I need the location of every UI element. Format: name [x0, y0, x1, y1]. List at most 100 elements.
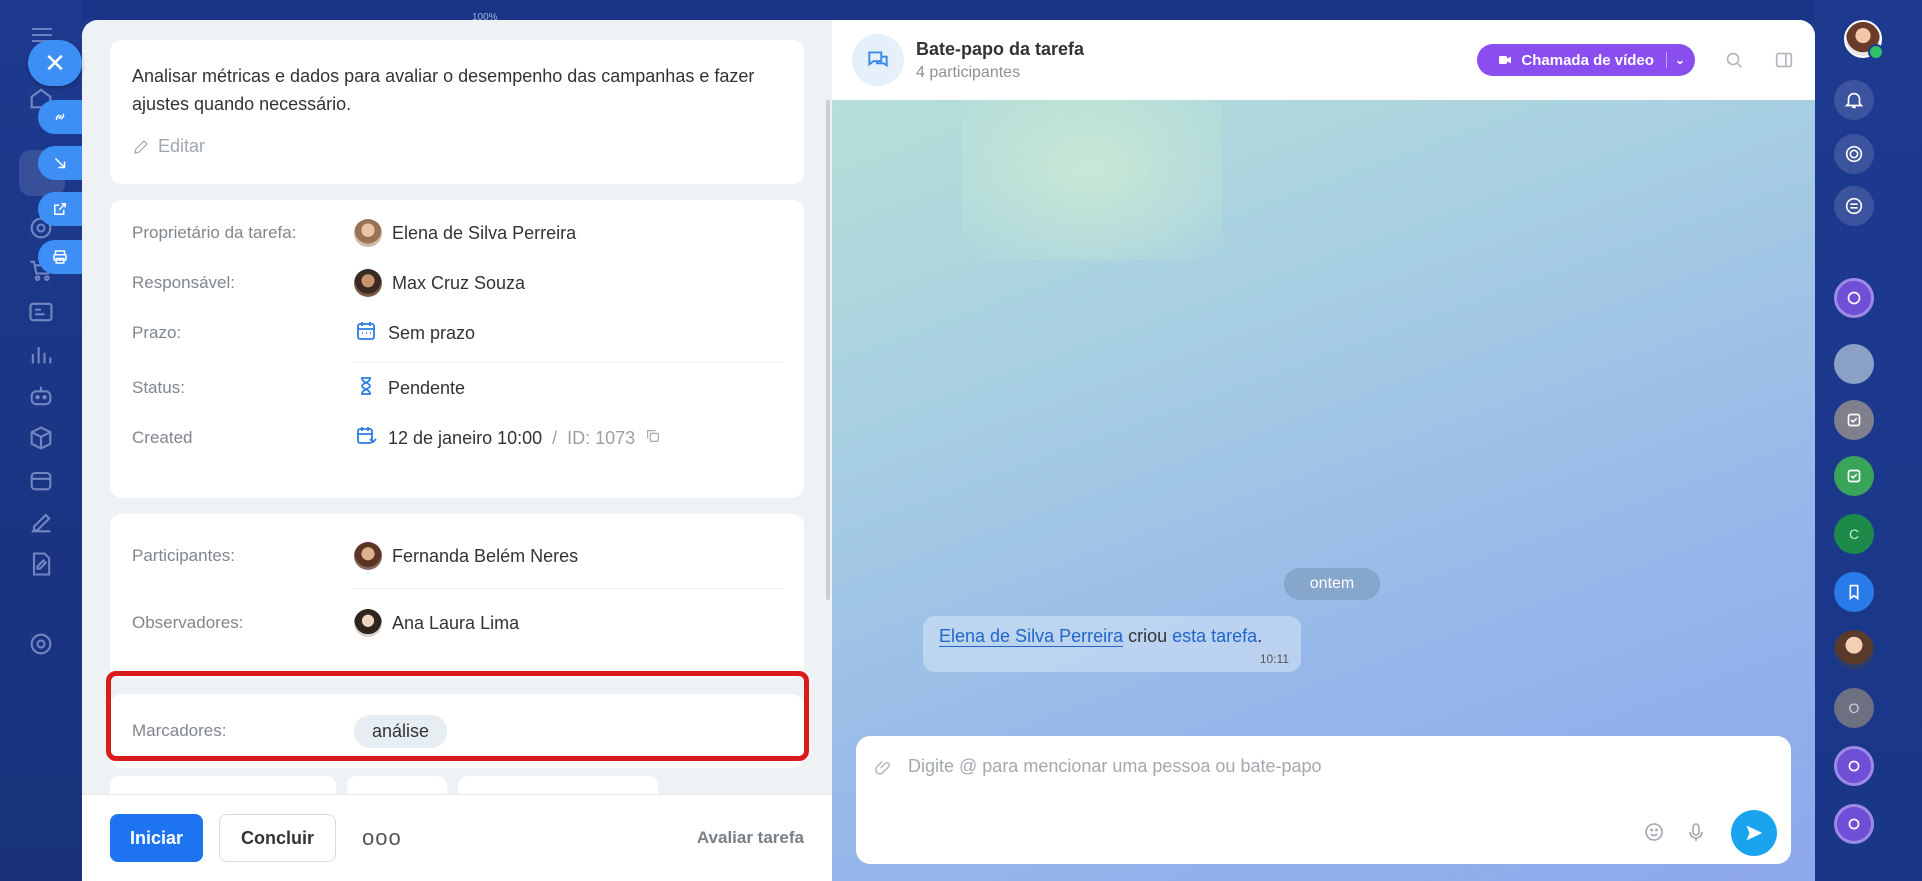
- responsible-avatar: [354, 269, 382, 297]
- search-icon[interactable]: [1723, 49, 1745, 71]
- scrollbar[interactable]: [826, 100, 830, 600]
- microphone-icon[interactable]: [1684, 820, 1708, 844]
- close-slider-button[interactable]: ✕: [28, 40, 82, 86]
- sign-icon[interactable]: [27, 508, 55, 536]
- video-call-button[interactable]: Chamada de vídeo ⌄: [1477, 44, 1695, 76]
- hourglass-icon: [354, 374, 378, 403]
- participants-value[interactable]: Fernanda Belém Neres: [354, 542, 578, 570]
- task-footer: Iniciar Concluir ooo Avaliar tarefa: [82, 794, 832, 881]
- settings-icon[interactable]: [27, 630, 55, 658]
- background-top-strip: 100%: [82, 0, 1815, 23]
- calendar-sync-icon: [354, 424, 378, 453]
- sidebar-toggle-icon[interactable]: [1773, 49, 1795, 71]
- copilot-chat-icon-2[interactable]: [1834, 746, 1874, 786]
- next-card-peek: [347, 776, 447, 796]
- spiral-icon[interactable]: [1834, 134, 1874, 174]
- status-label: Status:: [132, 378, 185, 397]
- created-row: Created 12 de janeiro 10:00 / ID: 1073: [132, 413, 782, 463]
- open-new-window-button[interactable]: [38, 192, 82, 226]
- message-time: 10:11: [1259, 652, 1289, 666]
- chat-title: Bate-papo da tarefa: [916, 38, 1085, 59]
- sync-chat-icon[interactable]: [1834, 186, 1874, 226]
- emoji-icon[interactable]: [1642, 820, 1666, 844]
- calendar-icon: [354, 319, 378, 348]
- deadline-row: Prazo: Sem prazo: [132, 308, 782, 358]
- composer-placeholder: Digite @ para mencionar uma pessoa ou ba…: [908, 756, 1322, 776]
- properties-card: Proprietário da tarefa: Elena de Silva P…: [110, 200, 804, 498]
- video-call-label: Chamada de vídeo: [1521, 51, 1654, 69]
- channel-o-icon[interactable]: O: [1834, 688, 1874, 728]
- bookmark-icon[interactable]: [1834, 572, 1874, 612]
- message-verb: criou: [1123, 626, 1173, 646]
- tags-highlight-frame: [106, 671, 809, 761]
- owner-avatar: [354, 219, 382, 247]
- chat-title-block[interactable]: Bate-papo da tarefa 4 participantes: [916, 39, 1084, 82]
- send-button[interactable]: [1731, 810, 1777, 856]
- observers-value[interactable]: Ana Laura Lima: [354, 609, 519, 637]
- rate-task-button[interactable]: Avaliar tarefa: [697, 828, 804, 848]
- participants-row: Participantes: Fernanda Belém Neres: [132, 522, 782, 590]
- analytics-icon[interactable]: [27, 340, 55, 368]
- observers-label: Observadores:: [132, 613, 244, 632]
- chat-avatar-photo[interactable]: [1834, 344, 1874, 384]
- chat-header: Bate-papo da tarefa 4 participantes Cham…: [832, 20, 1815, 100]
- complete-task-button[interactable]: Concluir: [219, 814, 337, 862]
- next-card-peek: [458, 776, 658, 796]
- created-label: Created: [132, 428, 193, 447]
- status-text: Pendente: [388, 377, 466, 398]
- message-composer[interactable]: Digite @ para mencionar uma pessoa ou ba…: [856, 736, 1791, 864]
- responsible-name: Max Cruz Souza: [392, 272, 526, 293]
- notifications-icon[interactable]: [1834, 80, 1874, 120]
- more-actions-button[interactable]: ooo: [352, 825, 412, 851]
- button-divider: [1665, 52, 1667, 68]
- observers-row: Observadores: Ana Laura Lima: [132, 589, 782, 657]
- chevron-down-icon[interactable]: ⌄: [1675, 53, 1685, 67]
- copilot-chat-icon[interactable]: [1834, 278, 1874, 318]
- task-details: Analisar métricas e dados para avaliar o…: [82, 20, 832, 881]
- created-value: 12 de janeiro 10:00 / ID: 1073: [354, 424, 661, 453]
- responsible-row: Responsável: Max Cruz Souza: [132, 258, 782, 308]
- deadline-value[interactable]: Sem prazo: [354, 319, 475, 348]
- created-separator: /: [552, 427, 558, 448]
- chat-icon: [852, 34, 904, 86]
- robot-icon[interactable]: [27, 382, 55, 410]
- people-card: Participantes: Fernanda Belém Neres Obse…: [110, 514, 804, 678]
- attach-icon[interactable]: [874, 758, 894, 783]
- status-row: Status: Pendente: [132, 363, 782, 413]
- task-chat-green-icon[interactable]: [1834, 456, 1874, 496]
- copy-link-button[interactable]: [38, 100, 82, 134]
- task-chat-gray-icon[interactable]: [1834, 400, 1874, 440]
- start-task-button[interactable]: Iniciar: [110, 814, 204, 862]
- task-link[interactable]: esta tarefa: [1172, 626, 1257, 646]
- chat-avatar-woman[interactable]: [1834, 630, 1874, 670]
- box-icon[interactable]: [27, 424, 55, 452]
- task-description: Analisar métricas e dados para avaliar o…: [132, 66, 755, 114]
- channel-c-icon[interactable]: C: [1834, 514, 1874, 554]
- owner-row: Proprietário da tarefa: Elena de Silva P…: [132, 208, 782, 258]
- owner-value[interactable]: Elena de Silva Perreira: [354, 219, 576, 247]
- user-avatar[interactable]: [1844, 20, 1884, 60]
- responsible-value[interactable]: Max Cruz Souza: [354, 269, 525, 297]
- next-card-peek: [110, 776, 336, 796]
- date-divider: ontem: [1284, 568, 1380, 600]
- edit-description-button[interactable]: Editar: [132, 136, 782, 157]
- message-end: .: [1257, 626, 1263, 646]
- copilot-chat-icon-3[interactable]: [1834, 804, 1874, 844]
- send-icon: [1746, 825, 1763, 841]
- right-navigation: C O: [1814, 0, 1922, 881]
- owner-label: Proprietário da tarefa:: [132, 223, 297, 242]
- deadline-label: Prazo:: [132, 323, 182, 342]
- slider-actions: ✕: [28, 40, 82, 274]
- task-id: ID: 1073: [567, 427, 636, 448]
- participants-label: Participantes:: [132, 546, 235, 565]
- message-author-link[interactable]: Elena de Silva Perreira: [939, 626, 1124, 647]
- copy-id-icon[interactable]: [645, 428, 661, 449]
- print-button[interactable]: [38, 240, 82, 274]
- minimize-button[interactable]: [38, 146, 82, 180]
- deadline-text: Sem prazo: [388, 322, 476, 343]
- participant-avatar: [354, 542, 382, 570]
- contact-card-icon[interactable]: [27, 298, 55, 326]
- document-edit-icon[interactable]: [27, 550, 55, 578]
- building-icon[interactable]: [27, 466, 55, 494]
- task-chat: Bate-papo da tarefa 4 participantes Cham…: [832, 20, 1815, 881]
